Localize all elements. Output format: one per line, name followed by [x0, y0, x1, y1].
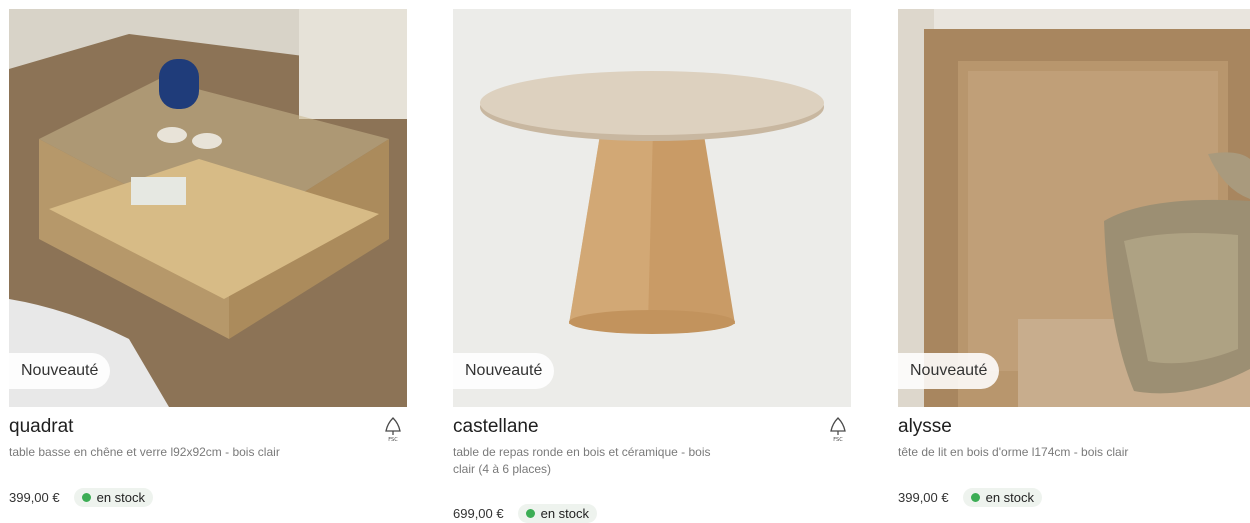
stock-label: en stock: [540, 506, 590, 521]
product-card-castellane[interactable]: Nouveauté: [453, 9, 851, 407]
in-stock-dot-icon: [81, 493, 91, 502]
price: 399,00 €: [9, 490, 60, 505]
product-title-alysse[interactable]: alysse: [898, 416, 952, 438]
stock-status-badge: en stock: [73, 488, 154, 507]
product-description: table basse en chêne et verre l92x92cm -…: [9, 445, 280, 459]
new-badge: Nouveauté: [9, 353, 111, 389]
price: 699,00 €: [453, 506, 504, 521]
price-row: 399,00 € en stock: [898, 488, 1043, 507]
new-badge: Nouveauté: [453, 353, 555, 389]
stock-status-badge: en stock: [517, 504, 598, 523]
product-card-quadrat[interactable]: Nouveauté: [9, 9, 407, 407]
price: 399,00 €: [898, 490, 949, 505]
stock-label: en stock: [96, 490, 146, 505]
in-stock-dot-icon: [525, 509, 535, 518]
svg-text:FSC: FSC: [833, 437, 843, 442]
stock-status-badge: en stock: [962, 488, 1043, 507]
product-description: table de repas ronde en bois et céramiqu…: [453, 445, 711, 476]
headboard-photo: [898, 9, 1250, 407]
in-stock-dot-icon: [970, 493, 980, 502]
svg-text:FSC: FSC: [388, 437, 398, 442]
product-image-alysse[interactable]: Nouveauté: [898, 9, 1250, 407]
price-row: 399,00 € en stock: [9, 488, 154, 507]
dining-table-photo: [453, 9, 851, 407]
price-row: 699,00 € en stock: [453, 504, 598, 523]
product-title-quadrat[interactable]: quadrat: [9, 416, 73, 438]
product-title-castellane[interactable]: castellane: [453, 416, 539, 438]
product-card-alysse[interactable]: Nouveauté: [898, 9, 1250, 407]
product-image-castellane[interactable]: Nouveauté: [453, 9, 851, 407]
product-description: tête de lit en bois d'orme l174cm - bois…: [898, 445, 1129, 459]
stock-label: en stock: [985, 490, 1035, 505]
fsc-tree-icon: FSC: [385, 417, 401, 442]
new-badge: Nouveauté: [898, 353, 1000, 389]
product-image-quadrat[interactable]: Nouveauté: [9, 9, 407, 407]
fsc-tree-icon: FSC: [830, 417, 846, 442]
coffee-table-photo: [9, 9, 407, 407]
